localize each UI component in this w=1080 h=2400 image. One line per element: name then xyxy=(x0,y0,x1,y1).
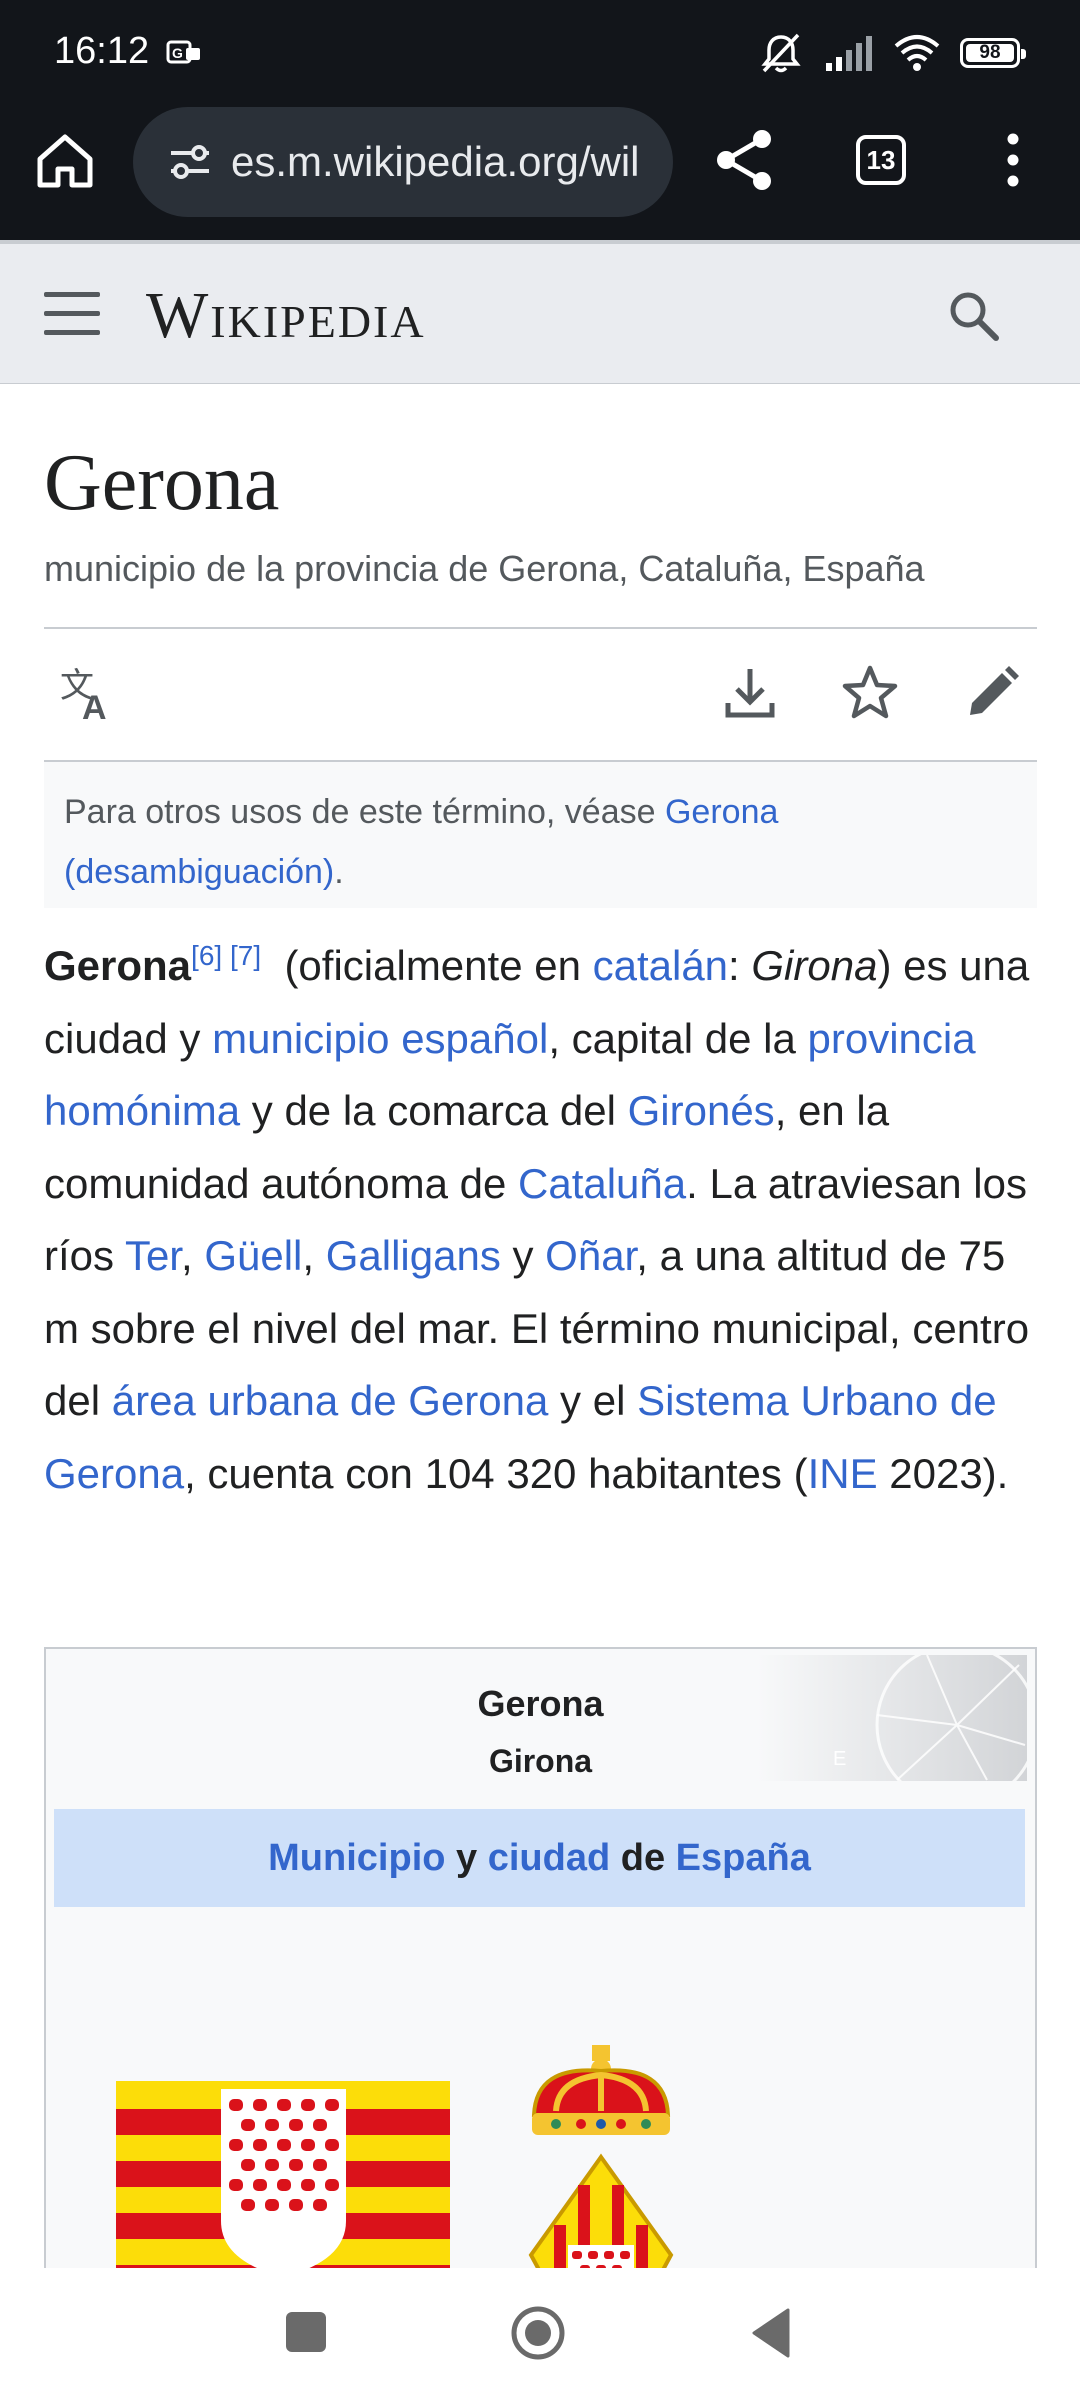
wiki-header: Wikipedia xyxy=(0,240,1080,384)
intro-text: , cuenta con 104 320 habitantes ( xyxy=(184,1449,808,1497)
intro-text: y el xyxy=(548,1377,638,1424)
tab-count: 13 xyxy=(866,144,896,175)
status-icons: 98 xyxy=(758,30,1026,76)
home-circle-icon[interactable] xyxy=(510,2305,566,2361)
battery-icon: 98 xyxy=(960,38,1026,68)
url-text: es.m.wikipedia.org/wil xyxy=(231,138,640,185)
edit-icon[interactable] xyxy=(962,663,1022,723)
status-time: 16:12 xyxy=(54,30,150,72)
svg-text:G: G xyxy=(172,45,183,61)
link-onar[interactable]: Oñar xyxy=(545,1232,636,1279)
link-cataluna[interactable]: Cataluña xyxy=(518,1160,686,1207)
link-espana[interactable]: España xyxy=(676,1837,811,1880)
tabs-icon[interactable]: 13 xyxy=(856,135,906,185)
link-municipio[interactable]: municipio español xyxy=(212,1015,548,1062)
link-ciudad[interactable]: ciudad xyxy=(488,1837,610,1880)
intro-text: (oficialmente en xyxy=(272,942,593,989)
hatnote: Para otros usos de este término, véase G… xyxy=(44,762,1037,908)
intro-text-italic: Girona xyxy=(751,942,878,989)
mute-icon xyxy=(761,33,801,73)
download-icon[interactable] xyxy=(720,663,780,723)
back-icon[interactable] xyxy=(750,2308,790,2358)
reference-link[interactable]: [6] xyxy=(191,940,222,971)
intro-text: : xyxy=(728,942,752,989)
intro-text: , xyxy=(302,1232,326,1279)
battery-level: 98 xyxy=(979,42,1001,63)
share-icon[interactable] xyxy=(712,125,778,195)
message-icon: G xyxy=(166,40,200,64)
intro-text: y xyxy=(500,1232,546,1279)
more-vert-icon[interactable] xyxy=(998,125,1028,195)
wifi-icon xyxy=(894,35,940,71)
search-icon[interactable] xyxy=(944,286,1004,346)
address-bar[interactable]: es.m.wikipedia.org/wil xyxy=(133,107,673,217)
infobox: E Gerona Girona Municipio y ciudad de Es… xyxy=(44,1647,1037,2367)
link-guell[interactable]: Güell xyxy=(204,1232,302,1279)
link-catalan[interactable]: catalán xyxy=(593,942,728,989)
browser-toolbar: es.m.wikipedia.org/wil 13 xyxy=(0,105,1080,240)
link-area-urbana[interactable]: área urbana de Gerona xyxy=(112,1377,549,1424)
wikipedia-logo[interactable]: Wikipedia xyxy=(146,278,426,354)
page-title: Gerona xyxy=(44,439,280,527)
link-girones[interactable]: Gironés xyxy=(628,1087,775,1134)
intro-paragraph: Gerona[6] [7] (oficialmente en catalán: … xyxy=(44,930,1044,1510)
link-ine[interactable]: INE xyxy=(808,1450,878,1497)
signal-icon xyxy=(826,36,872,71)
infobox-type-text: de xyxy=(610,1836,676,1879)
star-icon[interactable] xyxy=(840,663,900,723)
system-nav-bar xyxy=(0,2268,1080,2400)
link-ter[interactable]: Ter xyxy=(125,1232,181,1279)
article-term: Gerona xyxy=(44,942,192,989)
menu-icon[interactable] xyxy=(44,292,100,336)
page-subtitle: municipio de la provincia de Gerona, Cat… xyxy=(44,548,925,589)
hatnote-suffix: . xyxy=(334,853,344,891)
infobox-type-text: y xyxy=(445,1836,488,1879)
status-bar: 16:12 G 98 xyxy=(0,0,1080,105)
translate-icon[interactable]: 文 A xyxy=(58,663,118,723)
recents-icon[interactable] xyxy=(286,2312,326,2352)
infobox-subtitle: Girona xyxy=(488,1743,593,1779)
infobox-title: Gerona xyxy=(477,1683,604,1724)
intro-text: 2023). xyxy=(877,1449,1009,1497)
intro-text: y de la comarca del xyxy=(240,1087,628,1134)
intro-text: , capital de la xyxy=(548,1014,808,1062)
reference-link[interactable]: [7] xyxy=(230,940,261,971)
page-actions: 文 A xyxy=(44,627,1037,762)
svg-text:A: A xyxy=(82,689,107,723)
infobox-type-header: Municipio y ciudad de España xyxy=(54,1809,1025,1907)
home-icon[interactable] xyxy=(30,125,100,195)
intro-text: , xyxy=(180,1232,205,1279)
tune-icon[interactable] xyxy=(167,139,213,185)
link-municipio-type[interactable]: Municipio xyxy=(268,1837,445,1880)
hatnote-text: Para otros usos de este término, véase xyxy=(64,793,665,831)
link-galligans[interactable]: Galligans xyxy=(326,1232,501,1279)
